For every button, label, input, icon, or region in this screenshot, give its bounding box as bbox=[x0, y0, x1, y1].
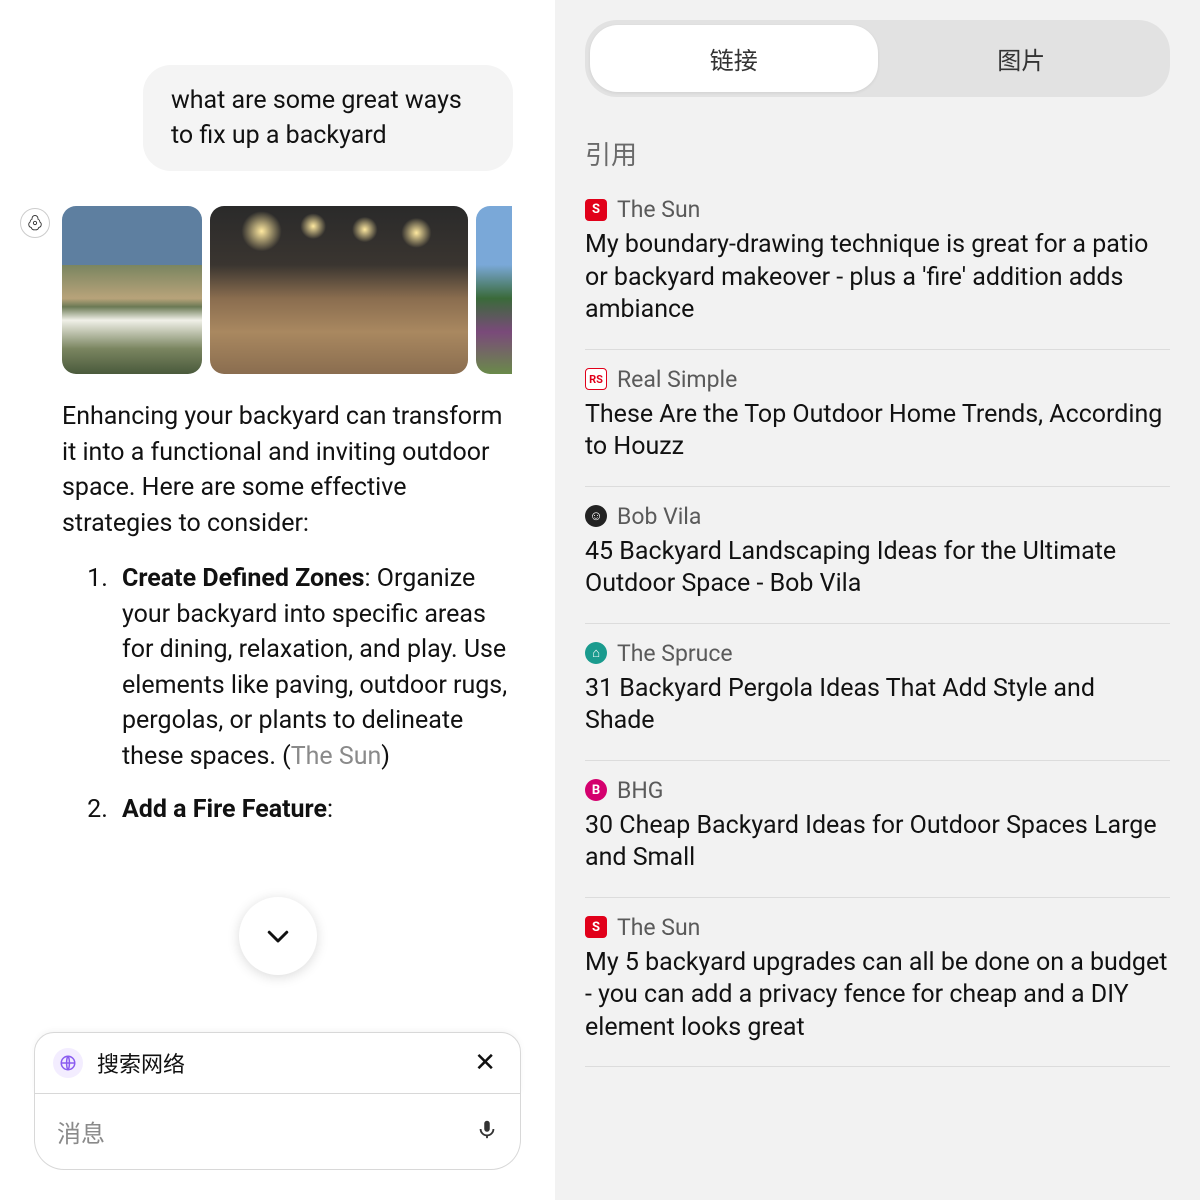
source-icon: RS bbox=[585, 368, 607, 390]
list-item: Create Defined Zones: Organize your back… bbox=[114, 561, 513, 774]
assistant-text: Enhancing your backyard can transform it… bbox=[62, 399, 513, 828]
citation-item[interactable]: ⌂ The Spruce 31 Backyard Pergola Ideas Tha… bbox=[585, 624, 1170, 761]
source-icon: S bbox=[585, 199, 607, 221]
assistant-avatar-icon bbox=[20, 208, 50, 238]
source-name: BHG bbox=[617, 777, 663, 804]
source-icon: S bbox=[585, 916, 607, 938]
citation-source: S The Sun bbox=[585, 914, 1170, 941]
tab-images[interactable]: 图片 bbox=[878, 25, 1166, 92]
list-item-title: Create Defined Zones bbox=[122, 564, 365, 593]
assistant-intro: Enhancing your backyard can transform it… bbox=[62, 399, 513, 541]
inline-citation[interactable]: The Sun bbox=[291, 742, 382, 771]
assistant-list: Create Defined Zones: Organize your back… bbox=[62, 561, 513, 828]
citation-item[interactable]: S The Sun My boundary-drawing technique is… bbox=[585, 190, 1170, 350]
image-result-row bbox=[62, 206, 513, 374]
globe-icon bbox=[53, 1048, 83, 1078]
result-image-2[interactable] bbox=[210, 206, 468, 374]
citation-title: My boundary-drawing technique is great f… bbox=[585, 229, 1170, 327]
source-name: Bob Vila bbox=[617, 503, 701, 530]
search-web-chip[interactable]: 搜索网络 ✕ bbox=[34, 1032, 521, 1094]
citation-title: 45 Backyard Landscaping Ideas for the Ul… bbox=[585, 536, 1170, 601]
chat-pane: what are some great ways to fix up a bac… bbox=[0, 0, 555, 1200]
source-icon: ⌂ bbox=[585, 642, 607, 664]
chevron-down-icon bbox=[263, 921, 293, 951]
citations-list: S The Sun My boundary-drawing technique is… bbox=[585, 190, 1170, 1067]
input-area: 搜索网络 ✕ 消息 bbox=[0, 1032, 555, 1200]
citation-title: These Are the Top Outdoor Home Trends, A… bbox=[585, 399, 1170, 464]
list-item-title: Add a Fire Feature bbox=[122, 795, 327, 824]
list-item-body: : bbox=[327, 795, 333, 824]
citation-source: RS Real Simple bbox=[585, 366, 1170, 393]
citation-source: B BHG bbox=[585, 777, 1170, 804]
scroll-to-bottom-button[interactable] bbox=[239, 897, 317, 975]
citation-title: 31 Backyard Pergola Ideas That Add Style… bbox=[585, 673, 1170, 738]
citation-source: ⌂ The Spruce bbox=[585, 640, 1170, 667]
list-item: Add a Fire Feature: bbox=[114, 792, 513, 828]
citations-pane: 链接 图片 引用 S The Sun My boundary-drawing tec… bbox=[555, 0, 1200, 1200]
citation-title: My 5 backyard upgrades can all be done o… bbox=[585, 947, 1170, 1045]
citation-source: S The Sun bbox=[585, 196, 1170, 223]
user-message-bubble: what are some great ways to fix up a bac… bbox=[143, 65, 513, 171]
user-message-text: what are some great ways to fix up a bac… bbox=[171, 86, 462, 150]
citation-item[interactable]: S The Sun My 5 backyard upgrades can all b… bbox=[585, 898, 1170, 1068]
tab-links[interactable]: 链接 bbox=[590, 25, 878, 92]
citation-item[interactable]: RS Real Simple These Are the Top Outdoor H… bbox=[585, 350, 1170, 487]
microphone-icon[interactable] bbox=[476, 1118, 498, 1146]
tabs: 链接 图片 bbox=[585, 20, 1170, 97]
message-placeholder: 消息 bbox=[57, 1114, 476, 1149]
citation-item[interactable]: ☺ Bob Vila 45 Backyard Landscaping Ideas f… bbox=[585, 487, 1170, 624]
list-item-tail: ) bbox=[381, 742, 390, 771]
list-item-body: : Organize your backyard into specific a… bbox=[122, 564, 507, 771]
source-icon: B bbox=[585, 779, 607, 801]
source-name: The Sun bbox=[617, 196, 700, 223]
source-name: The Sun bbox=[617, 914, 700, 941]
assistant-message: Enhancing your backyard can transform it… bbox=[20, 206, 535, 846]
close-icon[interactable]: ✕ bbox=[468, 1048, 502, 1078]
citation-source: ☺ Bob Vila bbox=[585, 503, 1170, 530]
assistant-content: Enhancing your backyard can transform it… bbox=[62, 206, 535, 846]
source-icon: ☺ bbox=[585, 505, 607, 527]
source-name: The Spruce bbox=[617, 640, 733, 667]
citations-header: 引用 bbox=[585, 135, 1170, 172]
search-chip-label: 搜索网络 bbox=[97, 1047, 454, 1079]
citation-title: 30 Cheap Backyard Ideas for Outdoor Spac… bbox=[585, 810, 1170, 875]
source-name: Real Simple bbox=[617, 366, 737, 393]
message-input[interactable]: 消息 bbox=[34, 1094, 521, 1170]
result-image-3[interactable] bbox=[476, 206, 512, 374]
citation-item[interactable]: B BHG 30 Cheap Backyard Ideas for Outdoor … bbox=[585, 761, 1170, 898]
result-image-1[interactable] bbox=[62, 206, 202, 374]
chat-scroll[interactable]: what are some great ways to fix up a bac… bbox=[0, 0, 555, 1200]
